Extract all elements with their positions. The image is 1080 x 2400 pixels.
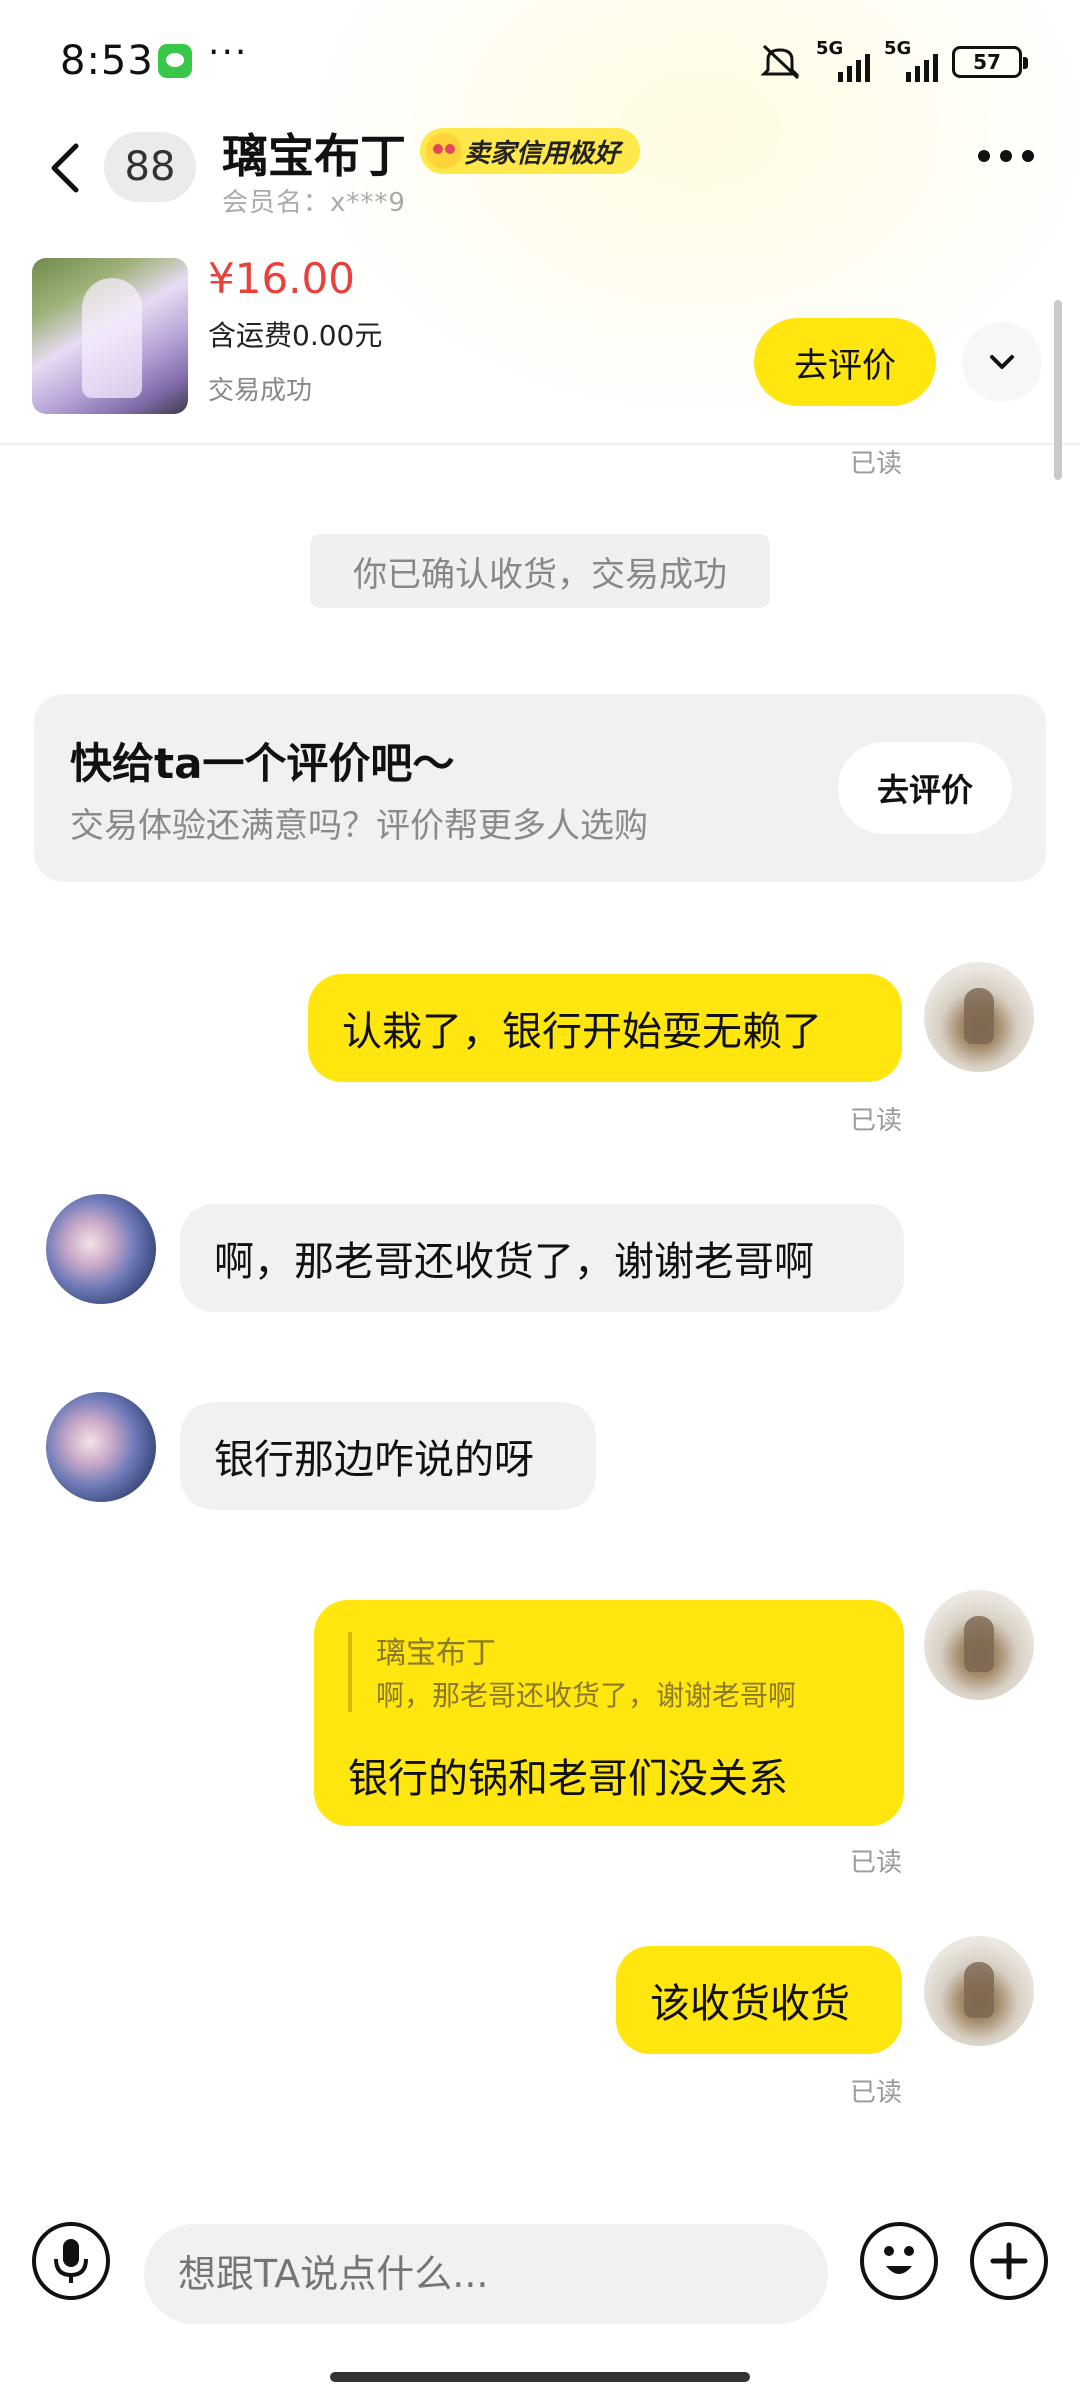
wechat-icon	[158, 44, 192, 78]
seller-avatar[interactable]	[46, 1194, 156, 1304]
my-avatar[interactable]	[924, 962, 1034, 1072]
chevron-down-icon[interactable]	[962, 322, 1042, 402]
read-receipt: 已读	[850, 1848, 903, 1878]
review-prompt-title: 快给ta一个评价吧～	[70, 739, 455, 788]
message-bubble-received[interactable]: 啊，那老哥还收货了，谢谢老哥啊	[180, 1204, 904, 1312]
message-bubble-sent[interactable]: 该收货收货	[616, 1946, 902, 2054]
credit-badge-label: 卖家信用极好	[464, 138, 621, 169]
mic-icon[interactable]	[32, 2222, 110, 2300]
credit-badge[interactable]: 卖家信用极好	[420, 128, 641, 174]
signal-icon-2: 5G	[884, 38, 938, 82]
review-prompt-subtitle: 交易体验还满意吗？评价帮更多人选购	[70, 806, 648, 846]
signal-label-2: 5G	[884, 38, 912, 59]
scrollbar[interactable]	[1054, 300, 1062, 480]
prompt-review-button[interactable]: 去评价	[838, 742, 1012, 834]
product-thumbnail[interactable]	[32, 258, 188, 414]
message-bubble-received[interactable]: 银行那边咋说的呀	[180, 1402, 596, 1510]
menu-icon[interactable]	[978, 150, 1034, 162]
product-card[interactable]: ¥16.00 含运费0.00元 交易成功 去评价	[0, 240, 1080, 445]
status-time: 8:53	[60, 38, 154, 84]
quote-sender: 璃宝布丁	[376, 1636, 496, 1671]
plus-icon[interactable]	[970, 2222, 1048, 2300]
status-bar: 8:53 ··· 5G 5G 57	[0, 0, 1080, 126]
battery-icon: 57	[952, 46, 1028, 78]
review-prompt-card: 快给ta一个评价吧～ 交易体验还满意吗？评价帮更多人选购 去评价	[34, 694, 1046, 882]
signal-label-1: 5G	[816, 38, 844, 59]
quoted-message-bubble-sent[interactable]: 璃宝布丁 啊，那老哥还收货了，谢谢老哥啊 银行的锅和老哥们没关系	[314, 1600, 904, 1826]
message-bubble-sent[interactable]: 认栽了，银行开始耍无赖了	[308, 974, 902, 1082]
system-message: 你已确认收货，交易成功	[310, 534, 770, 608]
unread-count-badge[interactable]: 88	[104, 132, 196, 202]
quote-text: 啊，那老哥还收货了，谢谢老哥啊	[376, 1679, 797, 1712]
seller-name[interactable]: 璃宝布丁	[222, 120, 406, 186]
more-notifications-icon: ···	[208, 32, 249, 73]
read-receipt: 已读	[850, 2078, 903, 2108]
chat-header: 88 璃宝布丁 卖家信用极好 会员名：x***9	[0, 120, 1080, 230]
mute-icon	[758, 42, 802, 82]
back-icon[interactable]	[46, 138, 86, 198]
product-price: ¥16.00	[208, 254, 355, 303]
status-icons: 5G 5G 57	[758, 38, 1028, 82]
product-shipping: 含运费0.00元	[208, 319, 383, 352]
input-bar	[0, 2190, 1080, 2324]
order-status: 交易成功	[208, 376, 313, 406]
message-text: 银行的锅和老哥们没关系	[348, 1756, 788, 1802]
seller-avatar[interactable]	[46, 1392, 156, 1502]
credit-face-icon	[426, 133, 462, 169]
signal-icon-1: 5G	[816, 38, 870, 82]
my-avatar[interactable]	[924, 1936, 1034, 2046]
quote-bar	[348, 1632, 352, 1712]
review-button[interactable]: 去评价	[754, 318, 936, 406]
read-receipt: 已读	[850, 1106, 903, 1136]
member-name: 会员名：x***9	[222, 188, 406, 218]
read-receipt: 已读	[850, 449, 903, 479]
my-avatar[interactable]	[924, 1590, 1034, 1700]
home-indicator[interactable]	[330, 2372, 750, 2382]
emoji-icon[interactable]	[860, 2222, 938, 2300]
message-input[interactable]	[144, 2224, 828, 2324]
